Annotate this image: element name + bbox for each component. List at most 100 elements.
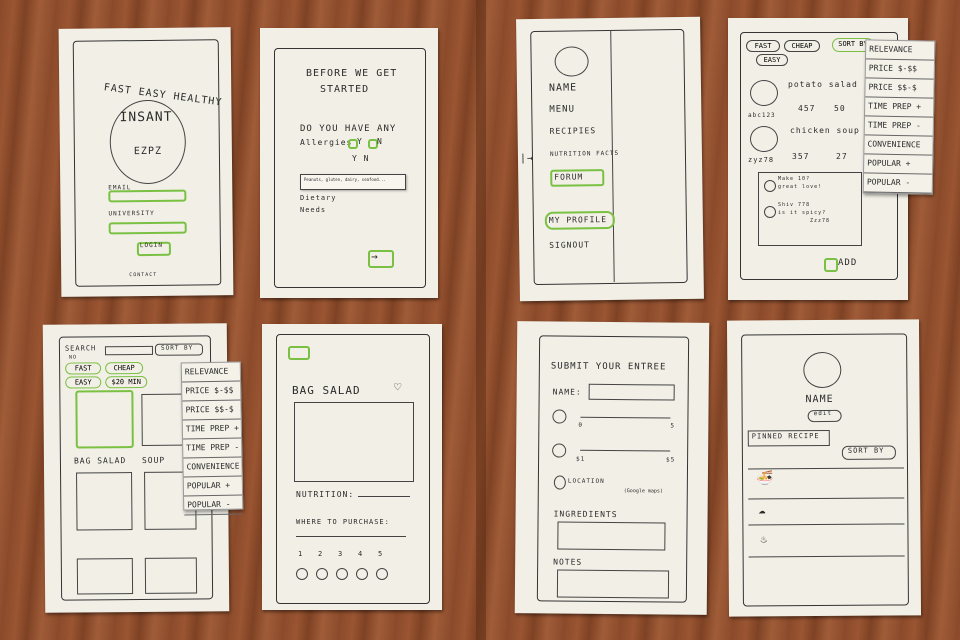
cupcake-icon: ♨: [760, 532, 769, 546]
notes-input[interactable]: [556, 569, 670, 599]
rating-4[interactable]: 4: [358, 550, 363, 558]
search-input[interactable]: [104, 345, 154, 356]
ingredients-input[interactable]: [557, 521, 666, 551]
sort-option-convenience[interactable]: CONVENIENCE: [864, 135, 933, 156]
sortby-label: SORT BY: [160, 344, 194, 352]
heart-icon[interactable]: ♡: [394, 380, 402, 394]
sort-options-overlay-bottom: RELEVANCE PRICE $-$$ PRICE $$-$ TIME PRE…: [180, 361, 244, 516]
bubble-1: [296, 568, 308, 580]
rating-3[interactable]: 3: [338, 550, 343, 558]
location-pin-icon: [553, 475, 566, 490]
grid-tile-3[interactable]: [76, 472, 133, 531]
menu-item-recipes[interactable]: RECIPIES: [550, 126, 597, 136]
sort-option-relevance[interactable]: RELEVANCE: [865, 40, 935, 61]
menu-handle-icon[interactable]: |→: [520, 153, 534, 164]
onboarding-sketch-card: BEFORE WE GET STARTED DO YOU HAVE ANY Al…: [260, 28, 438, 298]
pinned-recipe-label: PINNED RECIPE: [751, 432, 820, 441]
table-seam: [476, 0, 486, 640]
heading-line-1: BEFORE WE GET: [306, 68, 398, 79]
grid-tile-5[interactable]: [76, 558, 134, 595]
where-label: WHERE TO PURCHASE:: [296, 518, 390, 526]
entry-1-title[interactable]: potato salad: [788, 80, 858, 89]
comment-1-line-1: Make 10?: [778, 176, 811, 182]
bubble-2: [316, 568, 328, 580]
sort-option-price-asc[interactable]: PRICE $-$$: [865, 59, 934, 80]
sort-options-overlay-top: RELEVANCE PRICE $-$$ PRICE $$-$ TIME PRE…: [862, 39, 936, 195]
no-label: NO: [69, 354, 78, 361]
sort-option-popular-desc[interactable]: POPULAR -: [863, 173, 933, 194]
sort-option-popular-desc[interactable]: POPULAR -: [184, 495, 243, 516]
cost-min: $1: [576, 455, 586, 463]
entry-1-author: abc123: [748, 112, 776, 119]
needs-label: Needs: [300, 206, 327, 214]
bubble-5: [376, 568, 388, 580]
logo-text: INSANT: [119, 109, 173, 126]
comment-1-line-2: great love!: [778, 184, 823, 190]
rating-1[interactable]: 1: [298, 550, 303, 558]
question-1: DO YOU HAVE ANY: [300, 124, 397, 134]
sort-option-timeprep-desc[interactable]: TIME PREP -: [183, 438, 242, 459]
sort-option-popular-asc[interactable]: POPULAR +: [183, 476, 243, 497]
rating-5[interactable]: 5: [378, 550, 383, 558]
menu-item-name[interactable]: NAME: [549, 82, 577, 93]
filter-chip-fast[interactable]: FAST: [65, 362, 102, 375]
filter-chip-easy[interactable]: EASY: [65, 376, 102, 389]
back-button[interactable]: [288, 346, 310, 360]
sort-option-timeprep-asc[interactable]: TIME PREP +: [865, 97, 934, 118]
location-label[interactable]: LOCATION: [568, 478, 605, 485]
detail-sketch-card: BAG SALAD ♡ NUTRITION: WHERE TO PURCHASE…: [262, 324, 442, 610]
item-bag-salad-image[interactable]: [75, 390, 134, 449]
where-line: [296, 536, 406, 537]
entry-2-author: zyz78: [748, 156, 775, 164]
entry-2-stat-2: 27: [836, 152, 848, 161]
sort-option-price-desc[interactable]: PRICE $$-$: [865, 78, 934, 99]
email-field[interactable]: [108, 189, 187, 203]
sort-option-popular-asc[interactable]: POPULAR +: [864, 154, 933, 175]
filter-chip-time[interactable]: $20 MIN: [105, 375, 148, 389]
comment-2-avatar: [764, 206, 776, 218]
chip-cheap[interactable]: CHEAP: [784, 40, 820, 52]
university-field[interactable]: [108, 221, 187, 235]
menu-item-menu[interactable]: MENU: [549, 104, 575, 114]
comment-2-line-2: is it spicy?: [778, 210, 827, 216]
profile-sortby-label: SORT BY: [847, 446, 885, 455]
entry-2-image: [750, 126, 778, 152]
time-max: 5: [670, 422, 676, 430]
rating-2[interactable]: 2: [318, 550, 323, 558]
location-hint: (Google maps): [623, 488, 663, 495]
chip-easy[interactable]: EASY: [756, 54, 788, 66]
sort-option-price-desc[interactable]: PRICE $$-$: [182, 400, 241, 421]
comment-2-line-3: Zzz78: [810, 218, 831, 224]
university-label: UNIVERSITY: [108, 209, 155, 218]
logo-sub: EZPZ: [133, 145, 163, 158]
detail-title: BAG SALAD: [292, 384, 361, 397]
sort-option-price-asc[interactable]: PRICE $-$$: [182, 381, 241, 402]
menu-item-nutrition[interactable]: NUTRITION FACTS: [550, 150, 619, 158]
dietary-label: Dietary: [300, 194, 337, 202]
add-button[interactable]: [824, 258, 838, 272]
entry-1-stat-2: 50: [834, 104, 846, 113]
chip-fast[interactable]: FAST: [746, 40, 780, 52]
menu-item-signout[interactable]: SIGNOUT: [549, 240, 590, 250]
forum-highlight: [550, 169, 605, 187]
sort-option-timeprep-desc[interactable]: TIME PREP -: [864, 116, 933, 137]
sort-option-timeprep-asc[interactable]: TIME PREP +: [182, 419, 242, 440]
heading-line-2: STARTED: [320, 84, 370, 95]
noodles-icon: 🍜: [756, 470, 775, 487]
login-button-label: LOGIN: [139, 241, 163, 250]
bubble-4: [356, 568, 368, 580]
entry-2-title[interactable]: chicken soup: [790, 126, 860, 135]
sort-option-relevance[interactable]: RELEVANCE: [181, 362, 241, 383]
name-input[interactable]: [588, 383, 675, 401]
edit-label: edit: [813, 409, 833, 418]
opt-n: N: [377, 137, 383, 146]
contact-link[interactable]: CONTACT: [129, 272, 157, 278]
ingredients-label: INGREDIENTS: [553, 509, 618, 520]
cost-icon: [552, 443, 567, 458]
profile-highlight: [544, 210, 615, 230]
grid-tile-6[interactable]: [144, 557, 198, 594]
sort-option-convenience[interactable]: CONVENIENCE: [183, 457, 242, 478]
time-min: 0: [578, 421, 584, 429]
allergy-popup-text: Peanuts, gluten, dairy, seafood...: [304, 177, 386, 182]
filter-chip-cheap[interactable]: CHEAP: [105, 361, 144, 375]
